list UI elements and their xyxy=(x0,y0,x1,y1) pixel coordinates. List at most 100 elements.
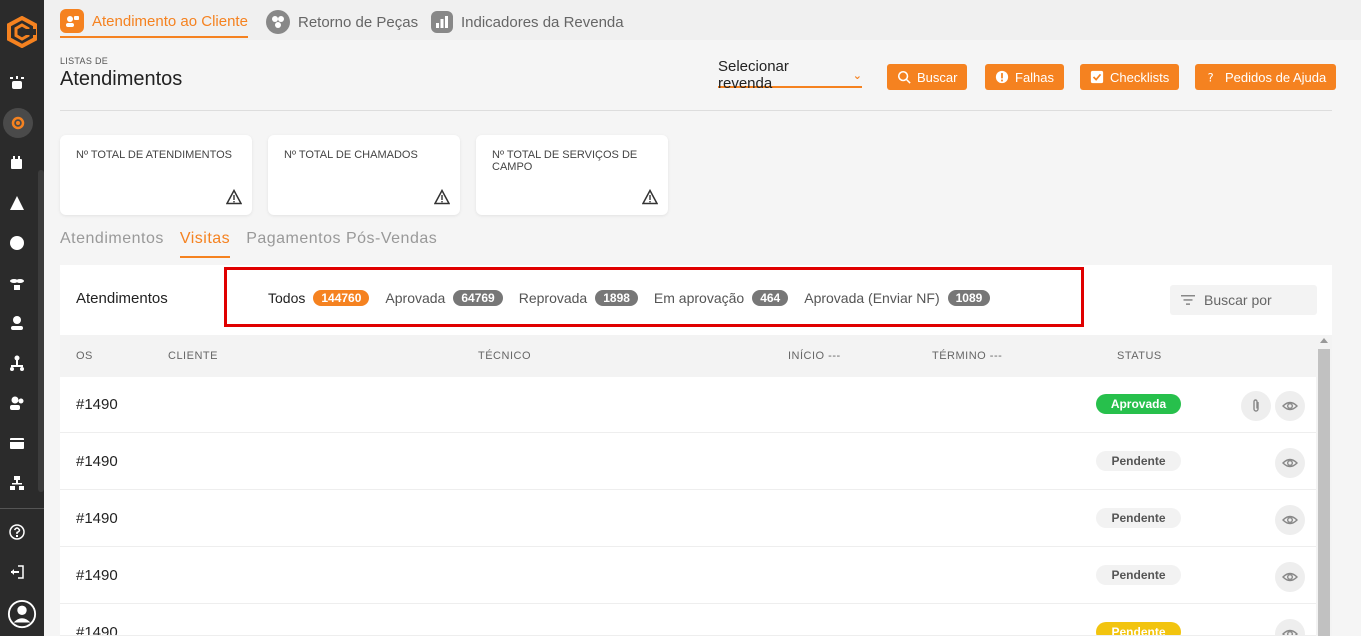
card-title: Nº TOTAL DE CHAMADOS xyxy=(284,149,418,161)
search-input[interactable]: Buscar por xyxy=(1170,285,1317,315)
warning-triangle-icon xyxy=(226,189,242,205)
count-badge: 464 xyxy=(752,290,789,306)
eye-icon xyxy=(1282,629,1298,635)
svg-text:?: ? xyxy=(1208,70,1214,84)
chart-icon xyxy=(431,11,453,33)
subtabs: Atendimentos Visitas Pagamentos Pós-Vend… xyxy=(60,230,453,258)
checklists-button[interactable]: Checklists xyxy=(1080,64,1180,90)
card-total-atendimentos: Nº TOTAL DE ATENDIMENTOS xyxy=(60,135,252,215)
support-icon xyxy=(60,9,84,33)
card-total-chamados: Nº TOTAL DE CHAMADOS xyxy=(268,135,460,215)
row-os: #1490 xyxy=(76,453,118,470)
count-badge: 144760 xyxy=(313,290,370,306)
col-os[interactable]: OS xyxy=(76,350,93,362)
eye-icon xyxy=(1282,572,1298,582)
location-person-icon[interactable] xyxy=(8,314,26,332)
select-revenda-dropdown[interactable]: Selecionar revenda ⌄ xyxy=(718,58,862,92)
table-row[interactable]: #1490 Pendente xyxy=(60,491,1316,547)
col-cliente[interactable]: CLIENTE xyxy=(168,350,218,362)
support-gear-icon[interactable] xyxy=(3,108,33,138)
col-status[interactable]: STATUS xyxy=(1117,350,1162,362)
parts-icon xyxy=(266,10,290,34)
company-logo[interactable] xyxy=(6,15,38,49)
network-person-icon[interactable] xyxy=(8,354,26,372)
globe-icon[interactable] xyxy=(8,234,26,252)
view-button[interactable] xyxy=(1275,391,1305,421)
top-navigation: Atendimento ao Cliente Retorno de Peças … xyxy=(44,0,1361,40)
question-icon: ? xyxy=(1208,70,1214,84)
subtab-visitas[interactable]: Visitas xyxy=(179,230,231,258)
falhas-button[interactable]: Falhas xyxy=(985,64,1065,90)
view-button[interactable] xyxy=(1275,619,1305,635)
filter-lines-icon xyxy=(1181,295,1195,305)
subtab-pagamentos-pos-vendas[interactable]: Pagamentos Pós-Vendas xyxy=(246,230,437,258)
search-placeholder: Buscar por xyxy=(1204,292,1272,308)
pedidos-de-ajuda-label: Pedidos de Ajuda xyxy=(1225,69,1327,85)
filter-label: Em aprovação xyxy=(653,290,745,306)
subtab-atendimentos[interactable]: Atendimentos xyxy=(60,230,164,258)
tab-atendimento-ao-cliente[interactable]: Atendimento ao Cliente xyxy=(60,6,248,38)
panel-label: Atendimentos xyxy=(76,290,168,307)
calendar-tool-icon[interactable] xyxy=(8,154,26,172)
filter-em-aprovacao[interactable]: Em aprovação 464 xyxy=(653,290,789,306)
table-row[interactable]: #1490 Pendente xyxy=(60,548,1316,604)
eye-icon xyxy=(1282,458,1298,468)
filter-label: Todos xyxy=(268,290,306,306)
table-header: OS CLIENTE TÉCNICO INÍCIO --- TÉRMINO --… xyxy=(60,335,1316,377)
view-button[interactable] xyxy=(1275,448,1305,478)
plant-icon[interactable] xyxy=(8,274,26,292)
alarm-icon[interactable] xyxy=(8,74,26,92)
table-row[interactable]: #1490 Pendente xyxy=(60,434,1316,490)
eye-icon xyxy=(1282,401,1298,411)
org-chart-icon[interactable] xyxy=(8,474,26,492)
filter-aprovada[interactable]: Aprovada 64769 xyxy=(385,290,503,306)
filter-reprovada[interactable]: Reprovada 1898 xyxy=(519,290,638,306)
paperclip-icon xyxy=(1253,399,1259,412)
status-badge: Pendente xyxy=(1096,622,1181,635)
table-scrollbar[interactable] xyxy=(1316,335,1332,636)
card-title: Nº TOTAL DE ATENDIMENTOS xyxy=(76,149,233,161)
row-os: #1490 xyxy=(76,396,118,413)
row-os: #1490 xyxy=(76,567,118,584)
eye-icon xyxy=(1282,515,1298,525)
row-os: #1490 xyxy=(76,510,118,527)
users-icon[interactable] xyxy=(8,394,26,412)
view-button[interactable] xyxy=(1275,562,1305,592)
warning-icon[interactable] xyxy=(8,194,26,212)
buscar-button[interactable]: Buscar xyxy=(887,64,968,90)
warning-triangle-icon xyxy=(642,189,658,205)
status-filters: Todos 144760 Aprovada 64769 Reprovada 18… xyxy=(268,290,1006,306)
logout-icon[interactable] xyxy=(8,563,26,581)
help-icon[interactable] xyxy=(8,523,26,541)
filter-label: Aprovada (Enviar NF) xyxy=(804,290,940,306)
checklists-label: Checklists xyxy=(1110,69,1170,85)
col-termino[interactable]: TÉRMINO --- xyxy=(932,350,1002,362)
scroll-up-arrow-icon[interactable] xyxy=(1320,338,1328,343)
search-icon xyxy=(897,70,911,84)
user-avatar-icon[interactable] xyxy=(6,598,38,630)
scrollbar-thumb[interactable] xyxy=(1318,349,1330,636)
alert-circle-icon xyxy=(995,70,1009,84)
tab-retorno-de-pecas[interactable]: Retorno de Peças xyxy=(266,6,418,38)
tab-indicadores-da-revenda[interactable]: Indicadores da Revenda xyxy=(431,6,624,38)
col-inicio[interactable]: INÍCIO --- xyxy=(788,350,841,362)
filter-label: Reprovada xyxy=(518,290,588,306)
col-tecnico[interactable]: TÉCNICO xyxy=(478,350,531,362)
header-divider xyxy=(60,110,1332,111)
billing-icon[interactable] xyxy=(8,434,26,452)
pedidos-de-ajuda-button[interactable]: ? Pedidos de Ajuda xyxy=(1195,64,1337,90)
falhas-label: Falhas xyxy=(1015,69,1055,85)
filter-todos[interactable]: Todos 144760 xyxy=(268,290,370,306)
card-total-servicos-de-campo: Nº TOTAL DE SERVIÇOS DE CAMPO xyxy=(476,135,668,215)
table-row[interactable]: #1490 Aprovada xyxy=(60,377,1316,433)
table-row[interactable]: #1490 Pendente xyxy=(60,605,1316,636)
tab-label: Atendimento ao Cliente xyxy=(92,12,248,30)
status-badge: Aprovada xyxy=(1096,394,1181,414)
attachment-button[interactable] xyxy=(1241,391,1271,421)
view-button[interactable] xyxy=(1275,505,1305,535)
filter-aprovada-enviar-nf[interactable]: Aprovada (Enviar NF) 1089 xyxy=(804,290,991,306)
atendimentos-panel: Atendimentos Todos 144760 Aprovada 64769… xyxy=(60,265,1332,636)
buscar-label: Buscar xyxy=(917,69,958,85)
status-badge: Pendente xyxy=(1096,508,1181,528)
filter-label: Aprovada xyxy=(385,290,446,306)
